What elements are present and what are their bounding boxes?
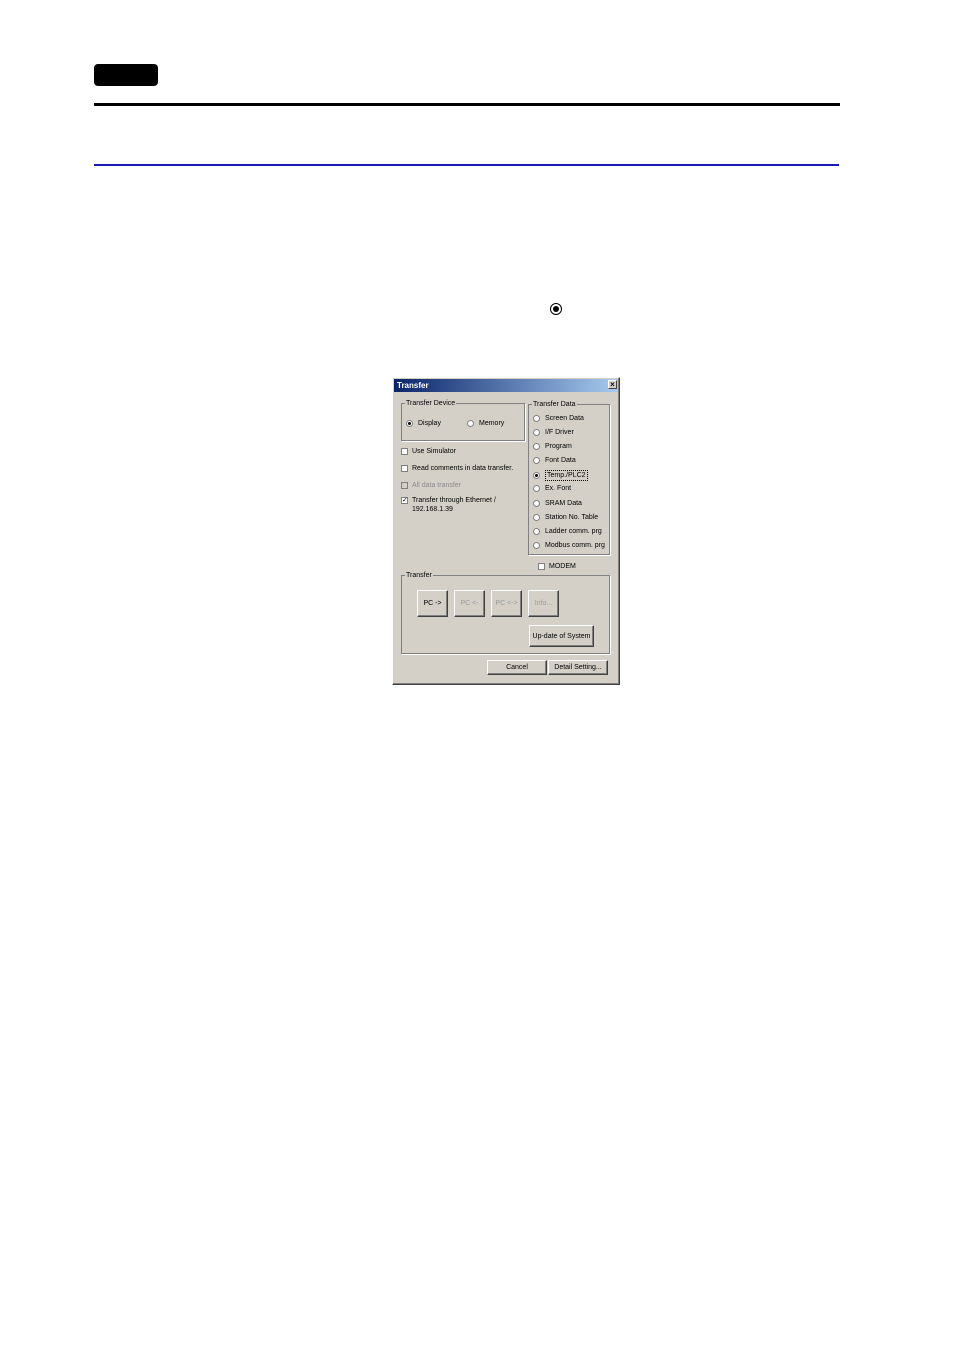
read-comments-label: Read comments in data transfer. — [412, 465, 514, 472]
section-divider — [94, 164, 839, 166]
checkbox-icon — [538, 563, 545, 570]
radio-ladder-comm-prg[interactable]: Ladder comm. prg — [533, 527, 602, 536]
radio-button-icon — [533, 457, 540, 464]
checkbox-use-simulator[interactable]: Use Simulator — [401, 447, 456, 456]
checkbox-read-comments[interactable]: Read comments in data transfer. — [401, 464, 513, 473]
dialog-title: Transfer — [397, 381, 429, 390]
radio-button-icon — [406, 420, 413, 427]
transfer-device-legend: Transfer Device — [405, 399, 457, 408]
radio-label: Ladder comm. prg — [545, 528, 602, 535]
radio-button-icon — [533, 514, 540, 521]
check-mark-icon: ✓ — [401, 497, 408, 504]
radio-button-icon — [467, 420, 474, 427]
use-simulator-label: Use Simulator — [412, 448, 456, 455]
all-data-transfer-label: All data transfer — [412, 482, 462, 489]
transfer-legend: Transfer — [405, 571, 433, 580]
pc-receive-button: PC <- — [454, 590, 485, 617]
radio-font-data[interactable]: Font Data — [533, 456, 576, 465]
detail-setting-button[interactable]: Detail Setting... — [548, 660, 608, 675]
radio-display[interactable]: Display — [406, 419, 441, 428]
radio-label: SRAM Data — [545, 500, 582, 507]
radio-screen-data[interactable]: Screen Data — [533, 414, 584, 423]
transfer-device-group: Transfer Device Display Memory — [401, 399, 525, 441]
transfer-group: Transfer PC -> PC <- PC <-> Info... Up-d… — [401, 571, 610, 654]
pc-send-button[interactable]: PC -> — [417, 590, 448, 617]
checkbox-all-data-transfer: All data transfer — [401, 481, 461, 490]
dialog-titlebar: Transfer — [394, 379, 618, 392]
page-header-tab — [94, 64, 158, 86]
info-button: Info... — [528, 590, 559, 617]
radio-button-icon — [533, 542, 540, 549]
radio-station-no-table[interactable]: Station No. Table — [533, 513, 598, 522]
radio-label: Screen Data — [545, 415, 584, 422]
radio-temp-plc2[interactable]: Temp./PLC2 — [533, 470, 588, 481]
cancel-button[interactable]: Cancel — [487, 660, 547, 675]
radio-memory[interactable]: Memory — [467, 419, 504, 428]
close-icon[interactable]: × — [608, 380, 617, 389]
modem-label: MODEM — [549, 563, 576, 570]
radio-if-driver[interactable]: I/F Driver — [533, 428, 574, 437]
checkbox-icon — [401, 448, 408, 455]
radio-selected-icon — [550, 303, 562, 315]
radio-sram-data[interactable]: SRAM Data — [533, 499, 582, 508]
checkbox-modem[interactable]: MODEM — [538, 562, 576, 571]
radio-button-icon — [533, 472, 540, 479]
transfer-dialog: Transfer × Transfer Device Display Memor… — [392, 377, 620, 685]
checkbox-transfer-ethernet[interactable]: ✓ Transfer through Ethernet / 192.168.1.… — [401, 496, 496, 514]
radio-label: Program — [545, 443, 572, 450]
update-system-button[interactable]: Up-date of System — [529, 625, 594, 647]
radio-memory-label: Memory — [479, 420, 505, 427]
radio-button-icon — [533, 485, 540, 492]
radio-display-label: Display — [418, 420, 441, 427]
transfer-ethernet-text: Transfer through Ethernet / 192.168.1.39 — [412, 496, 496, 514]
radio-label: Ex. Font — [545, 485, 572, 492]
page-header-rule — [94, 103, 840, 106]
radio-button-icon — [533, 443, 540, 450]
transfer-data-legend: Transfer Data — [532, 400, 577, 409]
radio-ex-font[interactable]: Ex. Font — [533, 484, 571, 493]
radio-label: Modbus comm. prg — [545, 542, 605, 549]
checkbox-icon — [401, 465, 408, 472]
transfer-data-group: Transfer Data Screen Data I/F Driver Pro… — [528, 400, 610, 555]
radio-label: Station No. Table — [545, 514, 599, 521]
checkbox-icon — [401, 482, 408, 489]
radio-button-icon — [533, 528, 540, 535]
radio-label: Temp./PLC2 — [545, 470, 588, 481]
radio-button-icon — [533, 415, 540, 422]
radio-button-icon — [533, 500, 540, 507]
pc-compare-button: PC <-> — [491, 590, 522, 617]
transfer-ethernet-label: Transfer through Ethernet / — [412, 497, 496, 504]
radio-label: Font Data — [545, 457, 576, 464]
ethernet-ip-address: 192.168.1.39 — [412, 506, 453, 513]
radio-modbus-comm-prg[interactable]: Modbus comm. prg — [533, 541, 605, 550]
radio-program[interactable]: Program — [533, 442, 572, 451]
radio-label: I/F Driver — [545, 429, 574, 436]
radio-button-icon — [533, 429, 540, 436]
